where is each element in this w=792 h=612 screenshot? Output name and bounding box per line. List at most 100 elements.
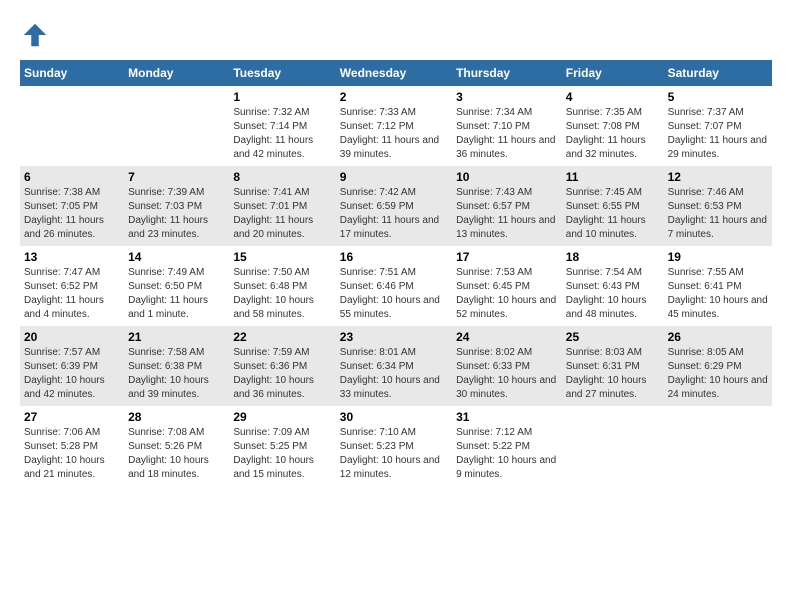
header-wednesday: Wednesday [336, 60, 452, 86]
day-info: Sunrise: 8:03 AMSunset: 6:31 PMDaylight:… [566, 346, 660, 402]
day-info: Sunrise: 7:32 AMSunset: 7:14 PMDaylight:… [233, 106, 331, 162]
week-row-5: 27 Sunrise: 7:06 AMSunset: 5:28 PMDayligh… [20, 406, 772, 486]
calendar-cell [664, 406, 772, 486]
week-row-2: 6Sunrise: 7:38 AMSunset: 7:05 PMDaylight… [20, 166, 772, 246]
calendar-cell: 21 Sunrise: 7:58 AMSunset: 6:38 PMDayligh… [124, 326, 229, 406]
day-number: 4 [566, 90, 660, 104]
day-number: 20 [24, 330, 120, 344]
day-number: 9 [340, 170, 448, 184]
calendar-cell: 28Sunrise: 7:08 AMSunset: 5:26 PMDayligh… [124, 406, 229, 486]
calendar-cell: 17 Sunrise: 7:53 AMSunset: 6:45 PMDayligh… [452, 246, 562, 326]
header-tuesday: Tuesday [229, 60, 335, 86]
day-info: Sunrise: 7:45 AMSunset: 6:55 PMDaylight:… [566, 186, 660, 242]
day-info: Sunrise: 7:34 AMSunset: 7:10 PMDaylight:… [456, 106, 558, 162]
day-number: 2 [340, 90, 448, 104]
day-info: Sunrise: 7:51 AMSunset: 6:46 PMDaylight:… [340, 266, 448, 322]
day-info: Sunrise: 7:43 AMSunset: 6:57 PMDaylight:… [456, 186, 558, 242]
calendar-cell: 20 Sunrise: 7:57 AMSunset: 6:39 PMDayligh… [20, 326, 124, 406]
calendar-cell: 15Sunrise: 7:50 AMSunset: 6:48 PMDayligh… [229, 246, 335, 326]
day-number: 23 [340, 330, 448, 344]
calendar-cell: 8 Sunrise: 7:41 AMSunset: 7:01 PMDaylight… [229, 166, 335, 246]
day-number: 3 [456, 90, 558, 104]
day-number: 19 [668, 250, 768, 264]
day-number: 11 [566, 170, 660, 184]
day-info: Sunrise: 7:54 AMSunset: 6:43 PMDaylight:… [566, 266, 660, 322]
day-info: Sunrise: 7:33 AMSunset: 7:12 PMDaylight:… [340, 106, 448, 162]
calendar-cell: 13 Sunrise: 7:47 AMSunset: 6:52 PMDayligh… [20, 246, 124, 326]
day-info: Sunrise: 7:10 AMSunset: 5:23 PMDaylight:… [340, 426, 448, 482]
day-info: Sunrise: 7:09 AMSunset: 5:25 PMDaylight:… [233, 426, 331, 482]
header-saturday: Saturday [664, 60, 772, 86]
day-info: Sunrise: 7:57 AMSunset: 6:39 PMDaylight:… [24, 346, 120, 402]
day-info: Sunrise: 8:01 AMSunset: 6:34 PMDaylight:… [340, 346, 448, 402]
calendar-cell: 12 Sunrise: 7:46 AMSunset: 6:53 PMDayligh… [664, 166, 772, 246]
day-number: 18 [566, 250, 660, 264]
day-number: 26 [668, 330, 768, 344]
calendar-cell [124, 86, 229, 166]
day-info: Sunrise: 7:59 AMSunset: 6:36 PMDaylight:… [233, 346, 331, 402]
calendar-cell: 31 Sunrise: 7:12 AMSunset: 5:22 PMDayligh… [452, 406, 562, 486]
week-row-1: 1 Sunrise: 7:32 AMSunset: 7:14 PMDaylight… [20, 86, 772, 166]
day-number: 29 [233, 410, 331, 424]
day-number: 10 [456, 170, 558, 184]
calendar-cell: 19 Sunrise: 7:55 AMSunset: 6:41 PMDayligh… [664, 246, 772, 326]
day-number: 17 [456, 250, 558, 264]
day-info: Sunrise: 7:08 AMSunset: 5:26 PMDaylight:… [128, 426, 225, 482]
day-number: 13 [24, 250, 120, 264]
day-info: Sunrise: 7:41 AMSunset: 7:01 PMDaylight:… [233, 186, 331, 242]
day-number: 31 [456, 410, 558, 424]
week-row-3: 13 Sunrise: 7:47 AMSunset: 6:52 PMDayligh… [20, 246, 772, 326]
page-header [20, 20, 772, 50]
header-sunday: Sunday [20, 60, 124, 86]
day-info: Sunrise: 7:49 AMSunset: 6:50 PMDaylight:… [128, 266, 225, 322]
calendar-cell: 27 Sunrise: 7:06 AMSunset: 5:28 PMDayligh… [20, 406, 124, 486]
calendar-cell: 30 Sunrise: 7:10 AMSunset: 5:23 PMDayligh… [336, 406, 452, 486]
day-number: 24 [456, 330, 558, 344]
calendar-cell [20, 86, 124, 166]
day-info: Sunrise: 7:35 AMSunset: 7:08 PMDaylight:… [566, 106, 660, 162]
day-number: 1 [233, 90, 331, 104]
calendar-cell: 6Sunrise: 7:38 AMSunset: 7:05 PMDaylight… [20, 166, 124, 246]
calendar-cell: 18 Sunrise: 7:54 AMSunset: 6:43 PMDayligh… [562, 246, 664, 326]
day-number: 7 [128, 170, 225, 184]
day-info: Sunrise: 7:38 AMSunset: 7:05 PMDaylight:… [24, 186, 120, 242]
day-number: 21 [128, 330, 225, 344]
day-number: 30 [340, 410, 448, 424]
day-info: Sunrise: 7:58 AMSunset: 6:38 PMDaylight:… [128, 346, 225, 402]
day-info: Sunrise: 7:42 AMSunset: 6:59 PMDaylight:… [340, 186, 448, 242]
calendar-cell: 3 Sunrise: 7:34 AMSunset: 7:10 PMDaylight… [452, 86, 562, 166]
day-info: Sunrise: 7:50 AMSunset: 6:48 PMDaylight:… [233, 266, 331, 322]
day-number: 22 [233, 330, 331, 344]
day-info: Sunrise: 8:05 AMSunset: 6:29 PMDaylight:… [668, 346, 768, 402]
calendar-header-row: SundayMondayTuesdayWednesdayThursdayFrid… [20, 60, 772, 86]
week-row-4: 20 Sunrise: 7:57 AMSunset: 6:39 PMDayligh… [20, 326, 772, 406]
calendar-cell: 14Sunrise: 7:49 AMSunset: 6:50 PMDayligh… [124, 246, 229, 326]
calendar-cell: 1 Sunrise: 7:32 AMSunset: 7:14 PMDaylight… [229, 86, 335, 166]
calendar-cell [562, 406, 664, 486]
day-info: Sunrise: 7:47 AMSunset: 6:52 PMDaylight:… [24, 266, 120, 322]
logo-icon [20, 20, 50, 50]
day-info: Sunrise: 7:39 AMSunset: 7:03 PMDaylight:… [128, 186, 225, 242]
day-number: 8 [233, 170, 331, 184]
day-number: 12 [668, 170, 768, 184]
day-info: Sunrise: 7:55 AMSunset: 6:41 PMDaylight:… [668, 266, 768, 322]
calendar-cell: 11 Sunrise: 7:45 AMSunset: 6:55 PMDayligh… [562, 166, 664, 246]
calendar-cell: 7 Sunrise: 7:39 AMSunset: 7:03 PMDaylight… [124, 166, 229, 246]
day-number: 5 [668, 90, 768, 104]
calendar-cell: 29 Sunrise: 7:09 AMSunset: 5:25 PMDayligh… [229, 406, 335, 486]
day-number: 27 [24, 410, 120, 424]
calendar-cell: 23 Sunrise: 8:01 AMSunset: 6:34 PMDayligh… [336, 326, 452, 406]
day-info: Sunrise: 7:46 AMSunset: 6:53 PMDaylight:… [668, 186, 768, 242]
calendar-cell: 4 Sunrise: 7:35 AMSunset: 7:08 PMDaylight… [562, 86, 664, 166]
calendar-cell: 2 Sunrise: 7:33 AMSunset: 7:12 PMDaylight… [336, 86, 452, 166]
logo [20, 20, 54, 50]
header-friday: Friday [562, 60, 664, 86]
day-info: Sunrise: 7:12 AMSunset: 5:22 PMDaylight:… [456, 426, 558, 482]
calendar-cell: 24Sunrise: 8:02 AMSunset: 6:33 PMDayligh… [452, 326, 562, 406]
calendar-cell: 5Sunrise: 7:37 AMSunset: 7:07 PMDaylight… [664, 86, 772, 166]
calendar-table: SundayMondayTuesdayWednesdayThursdayFrid… [20, 60, 772, 486]
day-number: 25 [566, 330, 660, 344]
day-info: Sunrise: 7:06 AMSunset: 5:28 PMDaylight:… [24, 426, 120, 482]
day-info: Sunrise: 7:53 AMSunset: 6:45 PMDaylight:… [456, 266, 558, 322]
calendar-cell: 25 Sunrise: 8:03 AMSunset: 6:31 PMDayligh… [562, 326, 664, 406]
